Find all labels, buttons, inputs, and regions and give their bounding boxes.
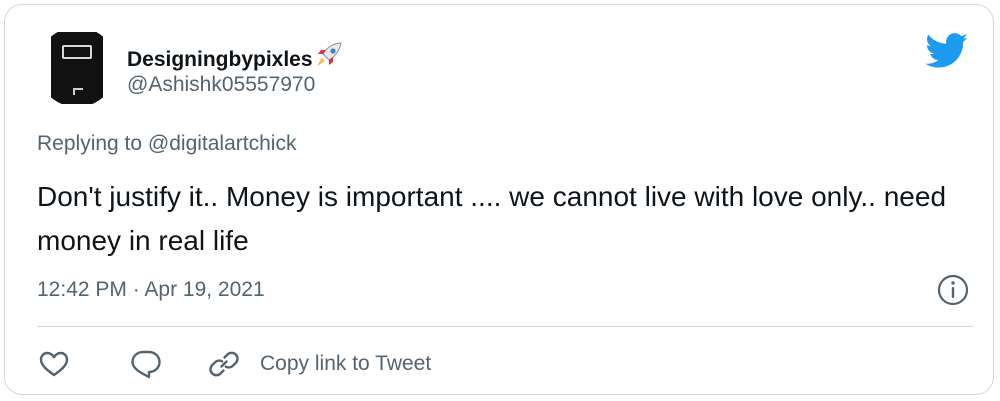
author-display-name[interactable]: Designingbypixles (127, 41, 344, 73)
avatar[interactable] (37, 27, 117, 107)
info-icon[interactable] (936, 273, 970, 307)
heart-icon (39, 351, 69, 377)
tweet-timestamp-link[interactable]: 12:42 PM · Apr 19, 2021 (37, 275, 265, 305)
tweet-card: Designingbypixles @Ashishk05557970 Reply… (4, 4, 994, 395)
replying-to: Replying to @digitalartchick (37, 130, 296, 158)
avatar-phone-image (51, 32, 103, 104)
actions-divider (37, 326, 973, 327)
copy-link-label: Copy link to Tweet (260, 352, 432, 375)
link-icon (209, 351, 239, 377)
avatar-mark (73, 88, 83, 95)
twitter-bird-icon[interactable] (925, 33, 969, 69)
copy-link-button[interactable]: Copy link to Tweet (208, 345, 431, 383)
avatar-logo (62, 45, 92, 59)
replying-prefix: Replying to (37, 132, 143, 155)
reply-button[interactable] (129, 345, 163, 383)
like-button[interactable] (38, 345, 70, 383)
author-name-text: Designingbypixles (127, 48, 313, 71)
rocket-emoji-icon (316, 42, 342, 66)
speech-bubble-icon (131, 350, 161, 379)
replying-to-mention-link[interactable]: @digitalartchick (148, 132, 297, 155)
author-handle[interactable]: @Ashishk05557970 (127, 72, 315, 98)
tweet-text: Don't justify it.. Money is important ..… (37, 181, 947, 256)
